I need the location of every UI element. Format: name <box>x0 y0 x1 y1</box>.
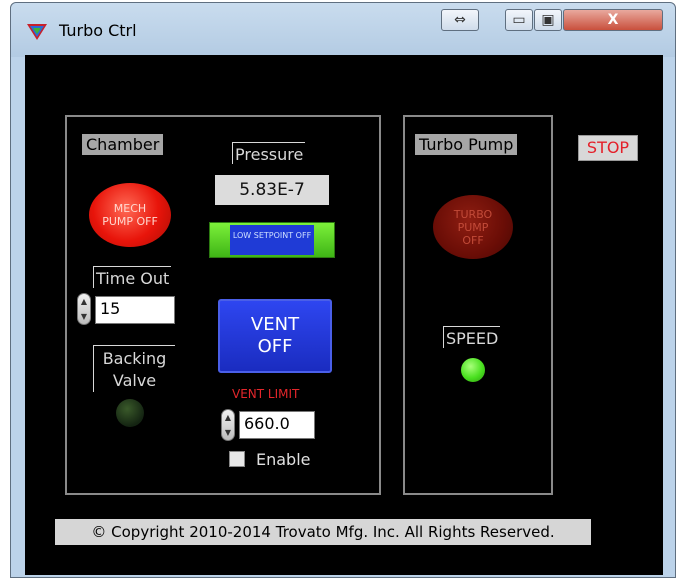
title-bar[interactable]: Turbo Ctrl ⇔ ▭ ▣ X <box>11 3 675 57</box>
speed-label: SPEED <box>443 326 501 348</box>
vent-limit-input[interactable]: 660.0 <box>239 411 315 439</box>
turbo-pump-label: Turbo Pump <box>415 134 518 155</box>
time-out-label: Time Out <box>93 266 172 288</box>
speed-led[interactable] <box>461 358 485 382</box>
turbo-pump-led-label: TURBO PUMP OFF <box>453 207 493 247</box>
front-panel: Chamber MECH PUMP OFF Time Out ▲ ▼ 15 Bac… <box>25 55 663 575</box>
close-button[interactable]: X <box>563 9 663 31</box>
time-out-stepper[interactable]: ▲ ▼ <box>77 293 91 325</box>
maximize-button[interactable]: ▣ <box>534 9 562 31</box>
vent-limit-stepper[interactable]: ▲ ▼ <box>221 409 235 441</box>
pressure-label: Pressure <box>232 142 306 164</box>
vent-limit-label: VENT LIMIT <box>232 387 300 401</box>
resize-button[interactable]: ⇔ <box>441 9 479 31</box>
mech-pump-led[interactable]: MECH PUMP OFF <box>89 183 171 247</box>
turbo-pump-led[interactable]: TURBO PUMP OFF <box>433 195 513 259</box>
copyright-text: © Copyright 2010-2014 Trovato Mfg. Inc. … <box>55 519 591 545</box>
enable-label: Enable <box>256 450 311 469</box>
low-setpoint-indicator: LOW SETPOINT OFF <box>209 222 335 258</box>
backing-valve-led[interactable] <box>116 399 144 427</box>
pressure-readout: 5.83E-7 <box>215 175 329 205</box>
time-out-input[interactable]: 15 <box>95 296 175 324</box>
app-window: Turbo Ctrl ⇔ ▭ ▣ X Chamber MECH PUMP OFF… <box>10 2 676 578</box>
minimize-button[interactable]: ▭ <box>505 9 533 31</box>
low-setpoint-label: LOW SETPOINT OFF <box>230 225 314 255</box>
enable-checkbox[interactable] <box>229 451 245 467</box>
mech-pump-led-label: MECH PUMP OFF <box>102 202 158 228</box>
vent-button[interactable]: VENT OFF <box>218 299 332 373</box>
turbo-pump-panel <box>403 115 553 495</box>
chamber-label: Chamber <box>82 134 164 155</box>
vent-button-label: VENT OFF <box>250 314 300 357</box>
window-title: Turbo Ctrl <box>59 21 137 40</box>
backing-valve-label: Backing Valve <box>93 345 175 392</box>
stop-button[interactable]: STOP <box>578 135 638 161</box>
app-logo-icon <box>27 24 47 40</box>
